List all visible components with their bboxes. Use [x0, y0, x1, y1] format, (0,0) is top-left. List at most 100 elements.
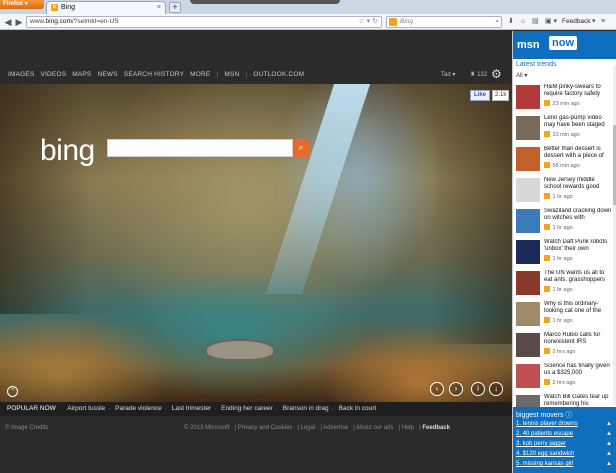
bing-search-button[interactable]: ⌕ — [293, 139, 309, 157]
forward-icon[interactable]: ▶ — [13, 16, 25, 28]
popular-item[interactable]: Branson in drag — [283, 405, 329, 412]
nav-maps[interactable]: MAPS — [72, 71, 91, 78]
bing-top-bar: IMAGES VIDEOS MAPS NEWS SEARCH HISTORY MORE | M… — [0, 31, 512, 84]
tab-title: Bing — [61, 4, 76, 11]
popular-item[interactable]: Parade violence — [115, 405, 162, 412]
nav-msn[interactable]: MSN — [224, 71, 239, 78]
trend-thumbnail[interactable] — [516, 116, 540, 140]
collapse-icon[interactable]: ⌃ — [7, 386, 18, 397]
popular-item[interactable]: Back in court — [339, 405, 377, 412]
download-image-icon[interactable]: ↓ — [489, 382, 503, 396]
trend-time: 58 min ago — [551, 163, 580, 169]
trend-time: 33 min ago — [551, 132, 580, 138]
firefox-menu-button[interactable]: Firefox ▾ — [0, 0, 44, 9]
addon-icon[interactable]: ▤ — [532, 16, 539, 28]
msn-logo: msn — [517, 39, 540, 51]
tab-strip-overflow — [190, 0, 340, 4]
trends-filter[interactable]: All ▾ — [516, 72, 527, 79]
trend-title[interactable]: Watch Daft Punk robots 'unbox' their own — [544, 239, 612, 254]
trend-thumbnail[interactable] — [516, 178, 540, 202]
trend-item[interactable]: Better than dessert is dessert with a pi… — [515, 145, 613, 176]
trend-thumbnail[interactable] — [516, 333, 540, 357]
trend-title[interactable]: Why is this ordinary-looking cat one of … — [544, 301, 612, 316]
trend-thumbnail[interactable] — [516, 271, 540, 295]
boat-image — [205, 339, 275, 361]
home-icon[interactable]: ⌂ — [521, 16, 525, 28]
msn-now-sidebar: msn now Latest trends All ▾ H&M pinky-sw… — [512, 31, 616, 473]
feedback-link[interactable]: Feedback — [422, 425, 450, 431]
facebook-like-button[interactable]: Like — [470, 90, 491, 101]
trend-item[interactable]: Why is this ordinary-looking cat one of … — [515, 300, 613, 331]
trend-title[interactable]: Science has finally given us a $325,000 — [544, 363, 612, 378]
next-image-icon[interactable]: › — [449, 382, 463, 396]
info-icon[interactable]: i — [471, 382, 485, 396]
image-credits-link[interactable]: © Image Credits — [5, 422, 48, 434]
tab-bing[interactable]: b Bing × — [46, 1, 166, 14]
trend-item[interactable]: Science has finally given us a $325,000 … — [515, 362, 613, 393]
trend-title[interactable]: Swaziland cracking down on witches with — [544, 208, 612, 223]
mover-link[interactable]: 3. kob perry jagger — [516, 441, 566, 447]
previous-image-icon[interactable]: ‹ — [430, 382, 444, 396]
cave-shadow-right — [430, 84, 512, 344]
trend-thumbnail[interactable] — [516, 147, 540, 171]
close-icon[interactable]: × — [157, 2, 161, 13]
trend-title[interactable]: H&M pinky-swears to require factory safe… — [544, 84, 612, 99]
trend-item[interactable]: Leno gas-pump video may have been staged… — [515, 114, 613, 145]
nav-videos[interactable]: VIDEOS — [40, 71, 66, 78]
help-link[interactable]: Help — [402, 425, 414, 431]
nav-outlook[interactable]: OUTLOOK.COM — [253, 71, 304, 78]
search-engine-icon[interactable] — [389, 18, 397, 26]
bookmark-star-icon[interactable]: ☆ ▾ ↻ — [358, 17, 378, 27]
mover-link[interactable]: 2. 40 patients escape — [516, 431, 573, 437]
nav-more[interactable]: MORE — [190, 71, 210, 78]
nav-images[interactable]: IMAGES — [8, 71, 34, 78]
trend-title[interactable]: Better than dessert is dessert with a pi… — [544, 146, 612, 161]
trend-thumbnail[interactable] — [516, 364, 540, 388]
menu-icon[interactable]: ≡ — [601, 16, 605, 28]
trend-thumbnail[interactable] — [516, 85, 540, 109]
trend-time: 1 hr ago — [551, 225, 573, 231]
trend-meta: 1 hr ago — [544, 255, 573, 262]
trend-title[interactable]: Marco Rubio calls for nonexistent IRS — [544, 332, 612, 347]
trend-thumbnail[interactable] — [516, 240, 540, 264]
url-bar[interactable]: www.bing.com/?setmkt=en-US ☆ ▾ ↻ — [26, 16, 382, 28]
chevron-down-icon[interactable]: ▾ — [592, 16, 596, 28]
mover-link[interactable]: 5. missing kansas girl — [516, 461, 573, 467]
trend-title[interactable]: The UN wants us all to eat ants, grassho… — [544, 270, 612, 285]
trend-item[interactable]: H&M pinky-swears to require factory safe… — [515, 83, 613, 114]
window-icon[interactable]: ▣ ▾ — [545, 16, 557, 28]
trend-item[interactable]: The UN wants us all to eat ants, grassho… — [515, 269, 613, 300]
bing-search-box[interactable] — [107, 139, 293, 157]
download-icon[interactable]: ⬇ — [508, 16, 514, 28]
popular-item[interactable]: Airport tussle — [67, 405, 105, 412]
mover-link[interactable]: 1. tennis player drowns — [516, 421, 578, 427]
gear-icon[interactable]: ⚙ — [491, 67, 502, 81]
bing-search-input[interactable] — [108, 140, 278, 156]
nav-search-history[interactable]: SEARCH HISTORY — [124, 71, 184, 78]
trend-thumbnail[interactable] — [516, 302, 540, 326]
popular-item[interactable]: Ending her career — [221, 405, 273, 412]
advertise-link[interactable]: Advertise — [323, 425, 348, 431]
privacy-link[interactable]: Privacy and Cookies — [238, 425, 293, 431]
trend-item[interactable]: New Jersey middle school rewards good 1 … — [515, 176, 613, 207]
trend-title[interactable]: Leno gas-pump video may have been staged — [544, 115, 612, 130]
popular-item[interactable]: Last trimester — [172, 405, 211, 412]
legal-link[interactable]: Legal — [301, 425, 316, 431]
nav-news[interactable]: NEWS — [97, 71, 117, 78]
search-bar[interactable]: Bing ⌕ — [386, 16, 502, 28]
trophy-icon: ♜ — [470, 72, 476, 78]
trend-time: 1 hr ago — [551, 318, 573, 324]
mover-link[interactable]: 4. $120 egg sandwich — [516, 451, 574, 457]
user-name[interactable]: Tad ▾ — [441, 71, 455, 78]
about-ads-link[interactable]: About our ads — [356, 425, 393, 431]
bing-favicon-icon: b — [51, 4, 58, 11]
trend-item[interactable]: Swaziland cracking down on witches with … — [515, 207, 613, 238]
rewards-counter[interactable]: ♜ 132 — [470, 71, 487, 78]
trend-title[interactable]: New Jersey middle school rewards good — [544, 177, 612, 192]
new-tab-button[interactable]: + — [169, 2, 181, 13]
trend-thumbnail[interactable] — [516, 209, 540, 233]
trend-item[interactable]: Marco Rubio calls for nonexistent IRS 2 … — [515, 331, 613, 362]
trend-item[interactable]: Watch Daft Punk robots 'unbox' their own… — [515, 238, 613, 269]
search-icon[interactable]: ⌕ — [495, 17, 499, 27]
feedback-button[interactable]: Feedback — [562, 16, 591, 28]
